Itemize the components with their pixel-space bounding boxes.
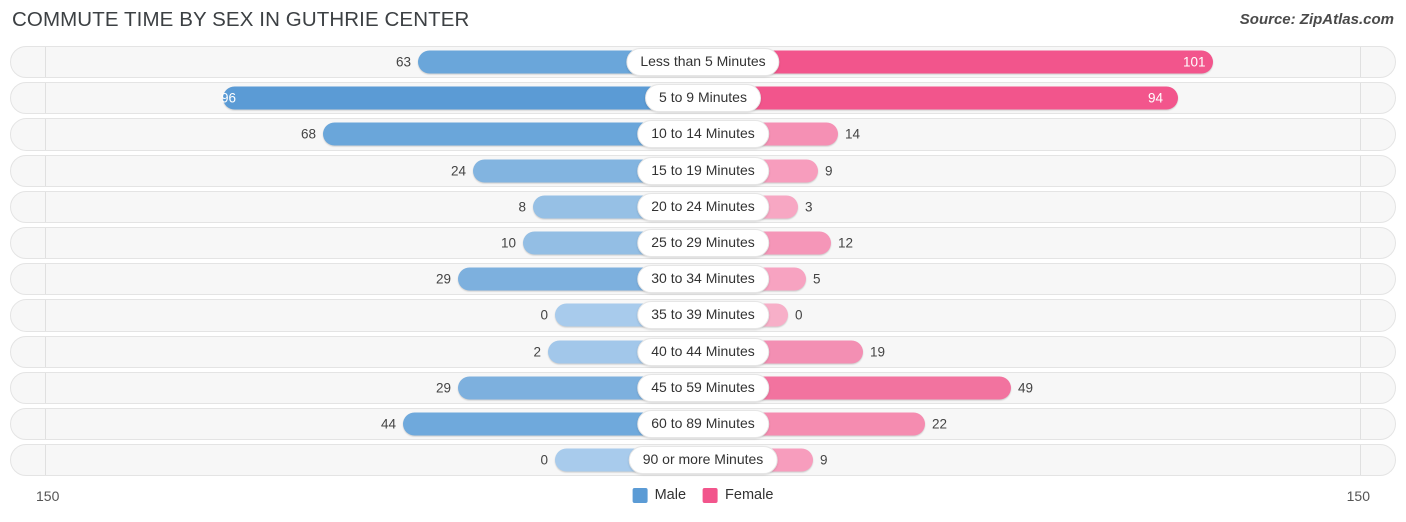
male-value-label: 2: [533, 343, 541, 359]
female-value-label: 12: [838, 235, 854, 251]
chart-row[interactable]: 29 49 45 to 59 Minutes: [0, 370, 1406, 406]
commute-time-chart: COMMUTE TIME BY SEX IN GUTHRIE CENTER So…: [0, 0, 1406, 522]
female-value-label: 14: [845, 126, 861, 142]
male-bar[interactable]: [223, 86, 703, 110]
female-bar[interactable]: [703, 86, 1178, 110]
category-label-pill: 10 to 14 Minutes: [637, 120, 769, 149]
chart-row[interactable]: 8 3 20 to 24 Minutes: [0, 189, 1406, 225]
page-title: COMMUTE TIME BY SEX IN GUTHRIE CENTER: [12, 8, 470, 31]
chart-row[interactable]: 44 22 60 to 89 Minutes: [0, 406, 1406, 442]
row-bars: 0 0 35 to 39 Minutes: [0, 297, 1406, 333]
legend-label: Male: [654, 487, 687, 503]
category-label-pill: 5 to 9 Minutes: [645, 84, 761, 113]
male-value-label: 0: [540, 452, 548, 468]
chart-legend: Male Female: [632, 487, 773, 503]
chart-row[interactable]: 63 101 Less than 5 Minutes: [0, 44, 1406, 80]
axis-max-left: 150: [36, 488, 60, 504]
chart-header: COMMUTE TIME BY SEX IN GUTHRIE CENTER So…: [0, 0, 1406, 42]
row-bars: 63 101 Less than 5 Minutes: [0, 44, 1406, 80]
chart-row[interactable]: 96 94 5 to 9 Minutes: [0, 80, 1406, 116]
chart-row[interactable]: 0 0 35 to 39 Minutes: [0, 297, 1406, 333]
chart-footer: 150 Male Female 150: [0, 480, 1406, 522]
male-value-label: 96: [220, 90, 236, 106]
row-bars: 24 9 15 to 19 Minutes: [0, 153, 1406, 189]
male-value-label: 24: [450, 162, 466, 178]
chart-row[interactable]: 29 5 30 to 34 Minutes: [0, 261, 1406, 297]
female-value-label: 49: [1018, 380, 1034, 396]
female-bar[interactable]: [703, 50, 1213, 74]
legend-swatch-icon: [632, 487, 648, 503]
chart-row[interactable]: 0 9 90 or more Minutes: [0, 442, 1406, 478]
female-value-label: 5: [813, 271, 821, 287]
male-value-label: 29: [435, 271, 451, 287]
male-value-label: 44: [380, 416, 396, 432]
category-label-pill: 25 to 29 Minutes: [637, 229, 769, 258]
axis-max-right: 150: [1346, 488, 1370, 504]
row-bars: 2 19 40 to 44 Minutes: [0, 334, 1406, 370]
row-bars: 8 3 20 to 24 Minutes: [0, 189, 1406, 225]
chart-row[interactable]: 24 9 15 to 19 Minutes: [0, 153, 1406, 189]
row-bars: 44 22 60 to 89 Minutes: [0, 406, 1406, 442]
row-bars: 29 5 30 to 34 Minutes: [0, 261, 1406, 297]
row-bars: 68 14 10 to 14 Minutes: [0, 116, 1406, 152]
male-value-label: 10: [500, 235, 516, 251]
source-attribution: Source: ZipAtlas.com: [1239, 11, 1394, 28]
row-bars: 29 49 45 to 59 Minutes: [0, 370, 1406, 406]
male-value-label: 8: [518, 199, 526, 215]
female-value-label: 3: [805, 199, 813, 215]
female-value-label: 9: [820, 452, 828, 468]
female-value-label: 0: [795, 307, 803, 323]
category-label-pill: 40 to 44 Minutes: [637, 337, 769, 366]
female-value-label: 22: [932, 416, 948, 432]
male-value-label: 29: [435, 380, 451, 396]
category-label-pill: 30 to 34 Minutes: [637, 265, 769, 294]
female-value-label: 101: [1183, 54, 1206, 70]
male-value-label: 0: [540, 307, 548, 323]
row-bars: 0 9 90 or more Minutes: [0, 442, 1406, 478]
male-value-label: 68: [300, 126, 316, 142]
category-label-pill: 35 to 39 Minutes: [637, 301, 769, 330]
legend-item[interactable]: Male: [632, 487, 687, 503]
category-label-pill: 90 or more Minutes: [628, 446, 778, 475]
row-bars: 10 12 25 to 29 Minutes: [0, 225, 1406, 261]
category-label-pill: 15 to 19 Minutes: [637, 156, 769, 185]
category-label-pill: Less than 5 Minutes: [626, 48, 780, 77]
chart-row[interactable]: 2 19 40 to 44 Minutes: [0, 334, 1406, 370]
female-value-label: 9: [825, 162, 833, 178]
category-label-pill: 45 to 59 Minutes: [637, 373, 769, 402]
chart-row[interactable]: 68 14 10 to 14 Minutes: [0, 116, 1406, 152]
male-value-label: 63: [395, 54, 411, 70]
category-label-pill: 20 to 24 Minutes: [637, 192, 769, 221]
legend-item[interactable]: Female: [703, 487, 773, 503]
chart-plot-area: 63 101 Less than 5 Minutes 96 94 5 to 9 Minut…: [0, 44, 1406, 478]
female-value-label: 94: [1148, 90, 1164, 106]
row-bars: 96 94 5 to 9 Minutes: [0, 80, 1406, 116]
female-value-label: 19: [870, 343, 886, 359]
chart-row[interactable]: 10 12 25 to 29 Minutes: [0, 225, 1406, 261]
legend-label: Female: [725, 487, 774, 503]
category-label-pill: 60 to 89 Minutes: [637, 409, 769, 438]
legend-swatch-icon: [703, 487, 719, 503]
